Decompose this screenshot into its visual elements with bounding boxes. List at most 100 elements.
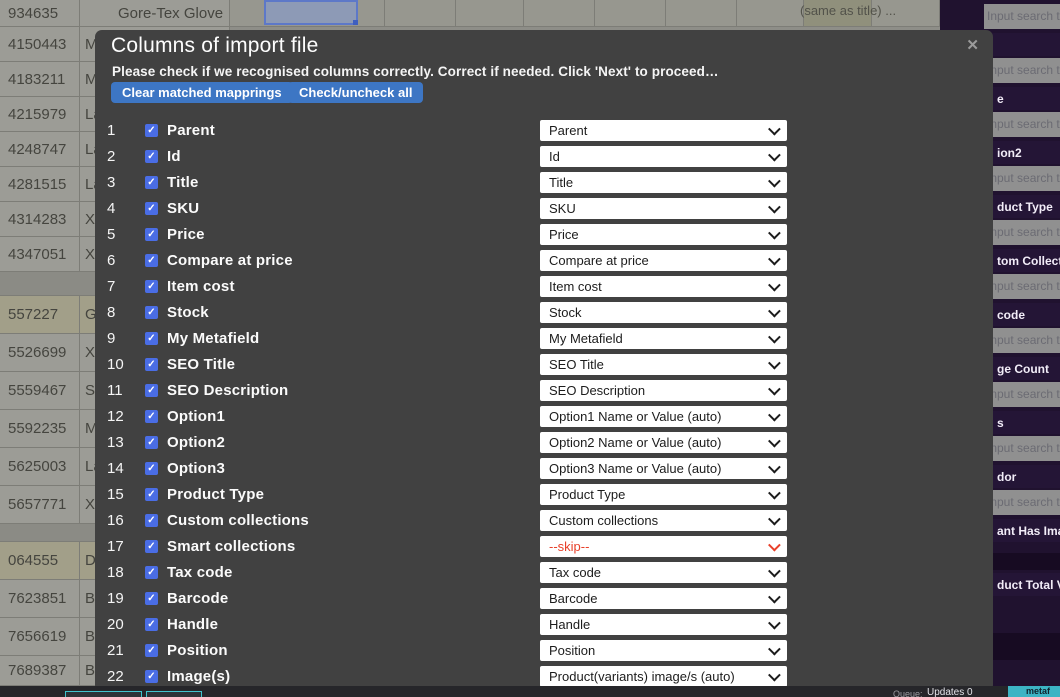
row-number: 6 [107, 250, 137, 271]
table-cell [666, 0, 737, 27]
checkbox-tick-icon: ✓ [147, 307, 155, 318]
column-label: Title [167, 172, 199, 193]
column-checkbox[interactable]: ✓ [145, 306, 158, 319]
column-checkbox[interactable]: ✓ [145, 150, 158, 163]
mapping-select[interactable]: Compare at price [540, 250, 787, 271]
search-input[interactable]: Input search te [984, 436, 1060, 461]
chevron-down-icon [768, 253, 781, 266]
sheet-tab[interactable] [65, 691, 142, 697]
mapping-select[interactable]: Id [540, 146, 787, 167]
cell-product-id: 934635 [0, 0, 80, 27]
search-input[interactable]: Input search te [984, 490, 1060, 515]
column-mapping-row: 2 ✓ Id Id [95, 146, 993, 167]
mapping-select-value: Id [549, 146, 763, 167]
mapping-select[interactable]: Product(variants) image/s (auto) [540, 666, 787, 687]
column-checkbox[interactable]: ✓ [145, 644, 158, 657]
search-input[interactable]: Input search te [984, 220, 1060, 245]
search-input[interactable]: Input search te [984, 112, 1060, 137]
mapping-select[interactable]: Parent [540, 120, 787, 141]
row-number: 8 [107, 302, 137, 323]
column-checkbox[interactable]: ✓ [145, 280, 158, 293]
mapping-select[interactable]: Barcode [540, 588, 787, 609]
status-bar: Queue: Updates 0 metaf [0, 686, 1060, 697]
column-mapping-row: 8 ✓ Stock Stock [95, 302, 993, 323]
column-mapping-row: 10 ✓ SEO Title SEO Title [95, 354, 993, 375]
row-number: 9 [107, 328, 137, 349]
column-checkbox[interactable]: ✓ [145, 228, 158, 241]
column-checkbox[interactable]: ✓ [145, 670, 158, 683]
mapping-select[interactable]: My Metafield [540, 328, 787, 349]
column-checkbox[interactable]: ✓ [145, 540, 158, 553]
column-mapping-row: 20 ✓ Handle Handle [95, 614, 993, 635]
mapping-select-value: Option1 Name or Value (auto) [549, 406, 763, 427]
checkbox-tick-icon: ✓ [147, 645, 155, 656]
column-checkbox[interactable]: ✓ [145, 332, 158, 345]
mapping-select-value: Barcode [549, 588, 763, 609]
mapping-select-value: --skip-- [549, 536, 763, 557]
column-mapping-row: 4 ✓ SKU SKU [95, 198, 993, 219]
column-checkbox[interactable]: ✓ [145, 462, 158, 475]
mapping-select[interactable]: Option1 Name or Value (auto) [540, 406, 787, 427]
mapping-select[interactable]: --skip-- [540, 536, 787, 557]
column-checkbox[interactable]: ✓ [145, 254, 158, 267]
checkbox-tick-icon: ✓ [147, 203, 155, 214]
mapping-select-value: Product Type [549, 484, 763, 505]
search-input[interactable]: Input search te [984, 382, 1060, 407]
column-checkbox[interactable]: ✓ [145, 176, 158, 189]
check-uncheck-all-button[interactable]: Check/uncheck all [288, 82, 423, 103]
column-label: Custom collections [167, 510, 309, 531]
mapping-select[interactable]: Option3 Name or Value (auto) [540, 458, 787, 479]
cell-product-id: 5526699 [0, 334, 80, 372]
mapping-select[interactable]: SEO Title [540, 354, 787, 375]
fill-handle[interactable] [353, 20, 358, 25]
mapping-select[interactable]: Option2 Name or Value (auto) [540, 432, 787, 453]
mapping-select[interactable]: Position [540, 640, 787, 661]
mapping-select[interactable]: SKU [540, 198, 787, 219]
checkbox-tick-icon: ✓ [147, 593, 155, 604]
column-checkbox[interactable]: ✓ [145, 384, 158, 397]
mapping-select[interactable]: Custom collections [540, 510, 787, 531]
column-checkbox[interactable]: ✓ [145, 202, 158, 215]
column-checkbox[interactable]: ✓ [145, 436, 158, 449]
search-input[interactable]: Input search te [984, 166, 1060, 191]
panel-column-label: tom Collecti [997, 249, 1060, 273]
selected-cell[interactable] [264, 0, 358, 25]
column-checkbox[interactable]: ✓ [145, 566, 158, 579]
column-checkbox[interactable]: ✓ [145, 358, 158, 371]
search-input[interactable]: Input search te [984, 274, 1060, 299]
search-input[interactable]: Input search te [984, 4, 1060, 29]
checkbox-tick-icon: ✓ [147, 411, 155, 422]
column-checkbox[interactable]: ✓ [145, 410, 158, 423]
column-checkbox[interactable]: ✓ [145, 514, 158, 527]
column-checkbox[interactable]: ✓ [145, 592, 158, 605]
panel-column-label: dor [997, 465, 1016, 489]
search-input[interactable]: Input search te [984, 58, 1060, 83]
close-icon[interactable]: ✕ [966, 36, 979, 54]
row-number: 11 [107, 380, 137, 401]
column-mapping-row: 13 ✓ Option2 Option2 Name or Value (auto… [95, 432, 993, 453]
column-checkbox[interactable]: ✓ [145, 488, 158, 501]
mapping-select[interactable]: Item cost [540, 276, 787, 297]
mapping-select[interactable]: SEO Description [540, 380, 787, 401]
checkbox-tick-icon: ✓ [147, 437, 155, 448]
mapping-select-value: Parent [549, 120, 763, 141]
column-mapping-row: 22 ✓ Image(s) Product(variants) image/s … [95, 666, 993, 687]
column-label: Parent [167, 120, 215, 141]
search-input[interactable]: Input search te [984, 328, 1060, 353]
column-checkbox[interactable]: ✓ [145, 618, 158, 631]
mapping-select[interactable]: Price [540, 224, 787, 245]
checkbox-tick-icon: ✓ [147, 567, 155, 578]
row-number: 17 [107, 536, 137, 557]
clear-matched-mappings-button[interactable]: Clear matched mapprings [111, 82, 293, 103]
mapping-select[interactable]: Title [540, 172, 787, 193]
column-checkbox[interactable]: ✓ [145, 124, 158, 137]
metafields-tab[interactable]: metaf [1008, 686, 1060, 697]
mapping-select[interactable]: Tax code [540, 562, 787, 583]
mapping-select[interactable]: Stock [540, 302, 787, 323]
chevron-down-icon [768, 591, 781, 604]
mapping-select[interactable]: Handle [540, 614, 787, 635]
column-label: SEO Title [167, 354, 235, 375]
checkbox-tick-icon: ✓ [147, 333, 155, 344]
sheet-tab[interactable] [146, 691, 202, 697]
mapping-select[interactable]: Product Type [540, 484, 787, 505]
